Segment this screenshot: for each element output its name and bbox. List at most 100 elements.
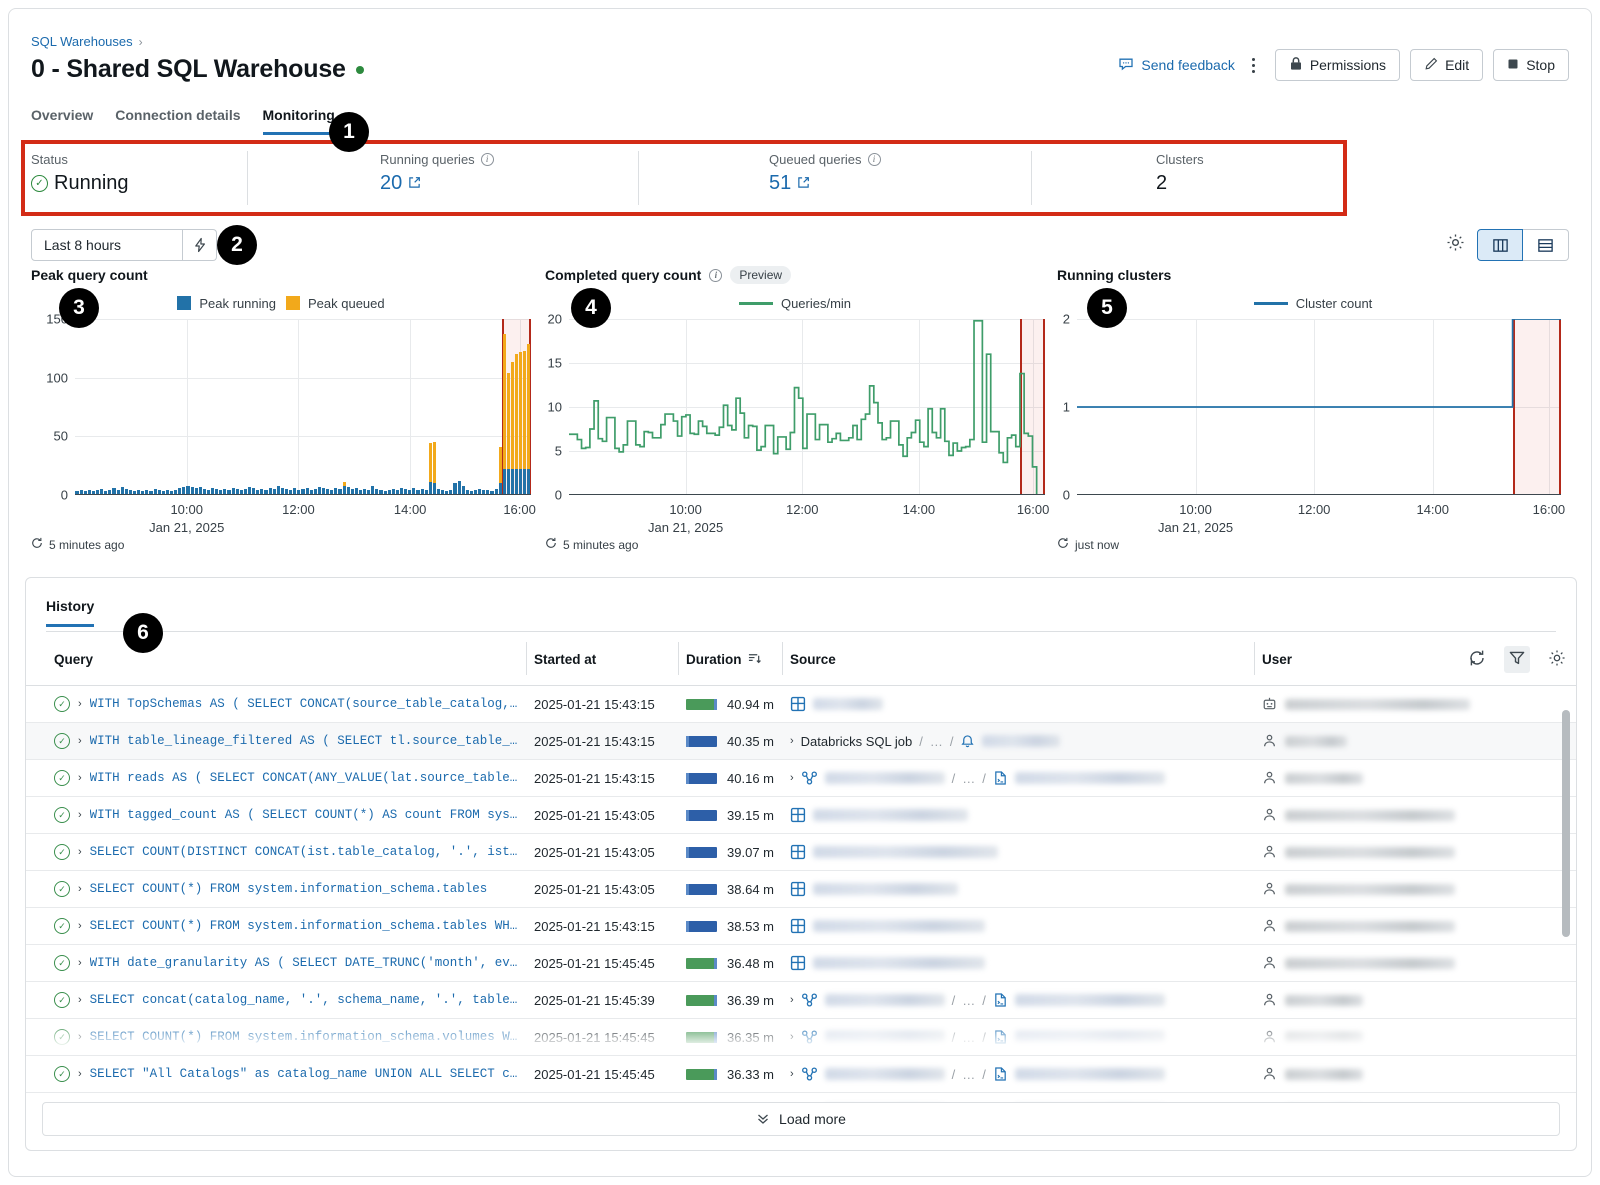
bar[interactable] [458, 319, 461, 495]
bar[interactable] [162, 319, 165, 495]
bar[interactable] [379, 319, 382, 495]
query-text[interactable]: WITH tagged_count AS ( SELECT COUNT(*) A… [90, 808, 518, 822]
bar[interactable] [482, 319, 485, 495]
cell-source[interactable] [782, 834, 1254, 871]
more-options-button[interactable] [1245, 52, 1263, 78]
edit-button[interactable]: Edit [1410, 49, 1483, 81]
bar[interactable] [145, 319, 148, 495]
cell-query[interactable]: ✓›SELECT concat(catalog_name, '.', schem… [26, 982, 526, 1019]
expand-row-icon[interactable]: › [78, 698, 82, 710]
gear-icon[interactable] [1544, 646, 1570, 673]
source-label-redacted[interactable] [825, 1031, 945, 1043]
tab-monitoring[interactable]: Monitoring [263, 107, 335, 135]
cell-query[interactable]: ✓›WITH tagged_count AS ( SELECT COUNT(*)… [26, 797, 526, 834]
bar[interactable] [100, 319, 103, 495]
cell-query[interactable]: ✓›SELECT COUNT(*) FROM system.informatio… [26, 1019, 526, 1056]
bar[interactable] [441, 319, 444, 495]
bar[interactable] [244, 319, 247, 495]
bar[interactable] [503, 319, 506, 495]
kpi-running-queries-value-row[interactable]: 20 [380, 172, 620, 195]
query-text[interactable]: SELECT "All Catalogs" as catalog_name UN… [90, 1067, 518, 1081]
bar[interactable] [470, 319, 473, 495]
table-row[interactable]: ✓›SELECT concat(catalog_name, '.', schem… [26, 982, 1576, 1019]
source-tail-redacted[interactable] [1015, 1031, 1165, 1043]
table-row[interactable]: ✓›WITH tagged_count AS ( SELECT COUNT(*)… [26, 797, 1576, 834]
load-more-button[interactable]: Load more [42, 1102, 1560, 1136]
cell-source[interactable] [782, 945, 1254, 982]
breadcrumb-link-sql-warehouses[interactable]: SQL Warehouses [31, 33, 133, 51]
cell-query[interactable]: ✓›WITH TopSchemas AS ( SELECT CONCAT(sou… [26, 686, 526, 723]
source-ellipsis[interactable]: … [962, 993, 975, 1008]
gear-icon[interactable] [1446, 233, 1465, 257]
cell-query[interactable]: ✓›SELECT COUNT(*) FROM system.informatio… [26, 871, 526, 908]
source-label-redacted[interactable] [825, 994, 945, 1006]
bar[interactable] [330, 319, 333, 495]
cell-source[interactable]: ›/…/ [782, 982, 1254, 1019]
bar[interactable] [322, 319, 325, 495]
cell-query[interactable]: ✓›DESCRIBE QUERY SELECT "All Catalogs" a… [26, 1093, 526, 1103]
bar[interactable] [199, 319, 202, 495]
bar[interactable] [445, 319, 448, 495]
bar[interactable] [437, 319, 440, 495]
bar[interactable] [277, 319, 280, 495]
bar[interactable] [499, 319, 502, 495]
cell-query[interactable]: ✓›SELECT COUNT(*) FROM system.informatio… [26, 908, 526, 945]
bar[interactable] [478, 319, 481, 495]
bar[interactable] [326, 319, 329, 495]
bar[interactable] [186, 319, 189, 495]
bar[interactable] [96, 319, 99, 495]
bar[interactable] [474, 319, 477, 495]
cell-source[interactable] [782, 908, 1254, 945]
bar[interactable] [227, 319, 230, 495]
bar[interactable] [252, 319, 255, 495]
bar[interactable] [117, 319, 120, 495]
bar[interactable] [129, 319, 132, 495]
info-icon[interactable]: i [868, 153, 881, 166]
bar[interactable] [256, 319, 259, 495]
bar[interactable] [170, 319, 173, 495]
bar[interactable] [519, 319, 522, 495]
bar[interactable] [285, 319, 288, 495]
cell-source[interactable]: ›/…/ [782, 1093, 1254, 1103]
bar[interactable] [281, 319, 284, 495]
source-ellipsis[interactable]: … [962, 1067, 975, 1082]
bar[interactable] [400, 319, 403, 495]
bar[interactable] [523, 319, 526, 495]
cell-query[interactable]: ✓›SELECT "All Catalogs" as catalog_name … [26, 1056, 526, 1093]
bar[interactable] [425, 319, 428, 495]
expand-source-icon[interactable]: › [790, 994, 794, 1006]
cell-source[interactable]: ›/…/ [782, 1019, 1254, 1056]
bar[interactable] [223, 319, 226, 495]
chart-plot-area[interactable]: 05010015010:0012:0014:0016:00Jan 21, 202… [75, 319, 531, 495]
bar[interactable] [433, 319, 436, 495]
bar[interactable] [486, 319, 489, 495]
bar[interactable] [273, 319, 276, 495]
table-row[interactable]: ✓›DESCRIBE QUERY SELECT "All Catalogs" a… [26, 1093, 1576, 1103]
source-label-redacted[interactable] [813, 957, 985, 969]
source-tail-redacted[interactable] [1015, 994, 1165, 1006]
source-ellipsis[interactable]: … [962, 771, 975, 786]
bar[interactable] [158, 319, 161, 495]
table-row[interactable]: ✓›SELECT COUNT(DISTINCT CONCAT(ist.table… [26, 834, 1576, 871]
table-row[interactable]: ✓›SELECT COUNT(*) FROM system.informatio… [26, 1019, 1576, 1056]
bar[interactable] [207, 319, 210, 495]
legend-item-peak-queued[interactable]: Peak queued [286, 296, 385, 311]
bar[interactable] [363, 319, 366, 495]
cell-source[interactable] [782, 686, 1254, 723]
bar[interactable] [211, 319, 214, 495]
bar[interactable] [371, 319, 374, 495]
time-range-select[interactable]: Last 8 hours [31, 229, 183, 261]
expand-row-icon[interactable]: › [78, 883, 82, 895]
bar[interactable] [174, 319, 177, 495]
table-row[interactable]: ✓›WITH table_lineage_filtered AS ( SELEC… [26, 723, 1576, 760]
col-source[interactable]: Source [782, 632, 1254, 686]
bar[interactable] [203, 319, 206, 495]
bar[interactable] [449, 319, 452, 495]
bar[interactable] [318, 319, 321, 495]
expand-row-icon[interactable]: › [78, 994, 82, 1006]
bar[interactable] [112, 319, 115, 495]
source-label-redacted[interactable] [813, 920, 985, 932]
send-feedback-button[interactable]: Send feedback [1118, 56, 1234, 75]
table-row[interactable]: ✓›WITH TopSchemas AS ( SELECT CONCAT(sou… [26, 686, 1576, 723]
bar[interactable] [355, 319, 358, 495]
